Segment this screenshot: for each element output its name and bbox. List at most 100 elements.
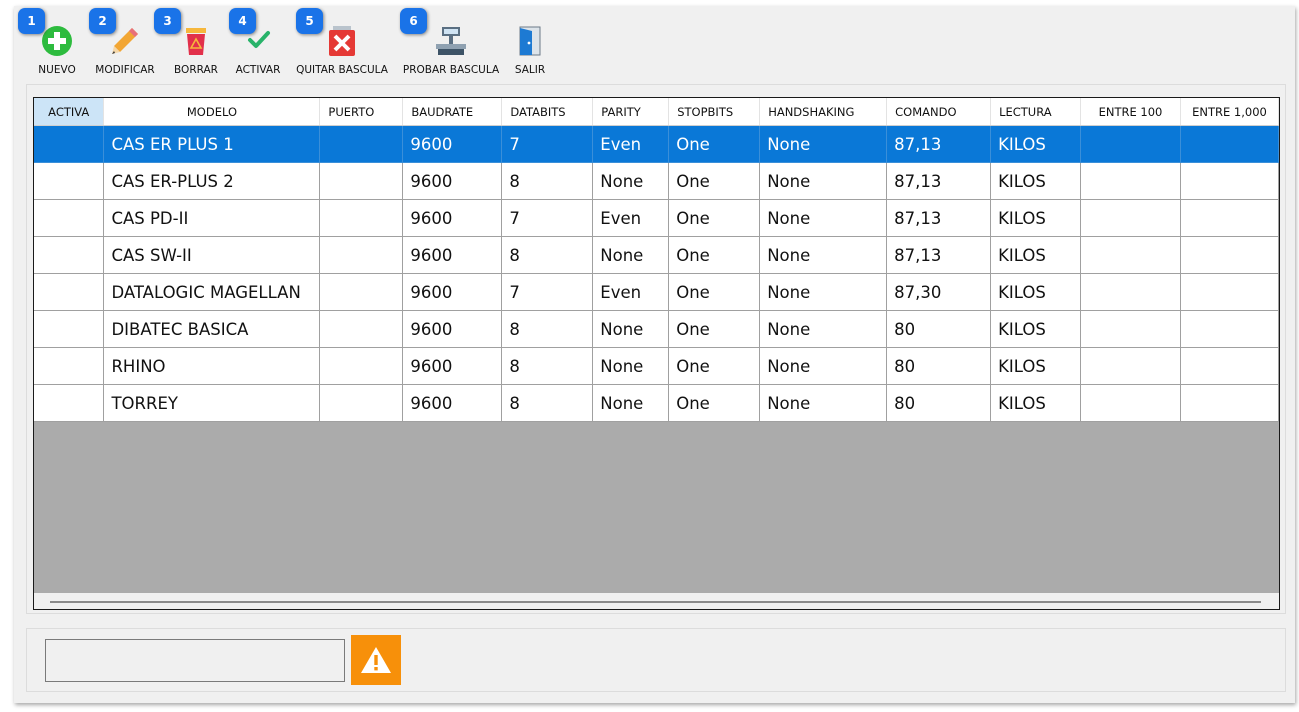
- cell-parity[interactable]: None: [592, 236, 670, 274]
- cell-stopbits[interactable]: One: [668, 162, 761, 200]
- cell-parity[interactable]: Even: [592, 199, 670, 237]
- cell-puerto[interactable]: [319, 384, 404, 422]
- table-row[interactable]: CAS SW-II 9600 8 None One None 87,13 KILOS: [34, 236, 1279, 274]
- cell-comando[interactable]: 80: [886, 347, 992, 385]
- cell-parity[interactable]: None: [592, 347, 670, 385]
- cell-databits[interactable]: 8: [501, 310, 594, 348]
- cell-comando[interactable]: 80: [886, 384, 992, 422]
- cell-puerto[interactable]: [319, 347, 404, 385]
- table-row[interactable]: TORREY 9600 8 None One None 80 KILOS: [34, 384, 1279, 422]
- cell-comando[interactable]: 87,13: [886, 162, 992, 200]
- cell-activa[interactable]: [34, 310, 105, 348]
- horizontal-scrollbar[interactable]: [34, 593, 1279, 609]
- cell-baudrate[interactable]: 9600: [402, 199, 503, 237]
- cell-lectura[interactable]: KILOS: [990, 310, 1082, 348]
- basculas-grid[interactable]: ACTIVA MODELO PUERTO BAUDRATE DATABITS P…: [33, 97, 1280, 610]
- cell-entre-1000[interactable]: [1180, 162, 1279, 200]
- cell-puerto[interactable]: [319, 273, 404, 311]
- cell-puerto[interactable]: [319, 162, 404, 200]
- cell-entre-1000[interactable]: [1180, 273, 1279, 311]
- cell-modelo[interactable]: CAS ER-PLUS 2: [103, 162, 321, 200]
- cell-entre-100[interactable]: [1080, 236, 1181, 274]
- cell-handshaking[interactable]: None: [759, 162, 888, 200]
- col-header-entre-1000[interactable]: ENTRE 1,000: [1180, 98, 1279, 126]
- cell-baudrate[interactable]: 9600: [402, 310, 503, 348]
- table-row[interactable]: DIBATEC BASICA 9600 8 None One None 80 KILOS: [34, 310, 1279, 348]
- cell-entre-1000[interactable]: [1180, 125, 1279, 163]
- col-header-databits[interactable]: DATABITS: [501, 98, 594, 126]
- cell-handshaking[interactable]: None: [759, 125, 888, 163]
- table-row[interactable]: CAS PD-II 9600 7 Even One None 87,13 KILOS: [34, 199, 1279, 237]
- cell-entre-1000[interactable]: [1180, 384, 1279, 422]
- cell-activa[interactable]: [34, 162, 105, 200]
- table-row[interactable]: CAS ER-PLUS 2 9600 8 None One None 87,13 KILOS: [34, 162, 1279, 200]
- scrollbar-thumb[interactable]: [50, 601, 1261, 603]
- col-header-lectura[interactable]: LECTURA: [990, 98, 1082, 126]
- cell-entre-100[interactable]: [1080, 125, 1181, 163]
- cell-parity[interactable]: None: [592, 384, 670, 422]
- cell-activa[interactable]: [34, 125, 105, 163]
- cell-entre-100[interactable]: [1080, 347, 1181, 385]
- cell-entre-1000[interactable]: [1180, 310, 1279, 348]
- cell-comando[interactable]: 87,13: [886, 236, 992, 274]
- cell-modelo[interactable]: RHINO: [103, 347, 321, 385]
- cell-entre-100[interactable]: [1080, 384, 1181, 422]
- cell-activa[interactable]: [34, 199, 105, 237]
- cell-stopbits[interactable]: One: [668, 384, 761, 422]
- cell-stopbits[interactable]: One: [668, 347, 761, 385]
- cell-databits[interactable]: 7: [501, 125, 594, 163]
- cell-stopbits[interactable]: One: [668, 273, 761, 311]
- cell-comando[interactable]: 87,13: [886, 199, 992, 237]
- cell-entre-100[interactable]: [1080, 273, 1181, 311]
- table-row[interactable]: DATALOGIC MAGELLAN 9600 7 Even One None 87,30 K…: [34, 273, 1279, 311]
- cell-modelo[interactable]: CAS ER PLUS 1: [103, 125, 321, 163]
- cell-modelo[interactable]: TORREY: [103, 384, 321, 422]
- cell-activa[interactable]: [34, 273, 105, 311]
- cell-activa[interactable]: [34, 347, 105, 385]
- cell-entre-100[interactable]: [1080, 162, 1181, 200]
- cell-handshaking[interactable]: None: [759, 199, 888, 237]
- col-header-comando[interactable]: COMANDO: [886, 98, 992, 126]
- cell-entre-1000[interactable]: [1180, 347, 1279, 385]
- cell-handshaking[interactable]: None: [759, 273, 888, 311]
- cell-handshaking[interactable]: None: [759, 347, 888, 385]
- cell-baudrate[interactable]: 9600: [402, 236, 503, 274]
- col-header-puerto[interactable]: PUERTO: [319, 98, 404, 126]
- cell-parity[interactable]: None: [592, 162, 670, 200]
- cell-stopbits[interactable]: One: [668, 236, 761, 274]
- cell-baudrate[interactable]: 9600: [402, 125, 503, 163]
- salir-button[interactable]: SALIR: [510, 16, 550, 78]
- cell-databits[interactable]: 8: [501, 162, 594, 200]
- cell-puerto[interactable]: [319, 125, 404, 163]
- cell-databits[interactable]: 8: [501, 236, 594, 274]
- cell-lectura[interactable]: KILOS: [990, 162, 1082, 200]
- col-header-handshaking[interactable]: HANDSHAKING: [759, 98, 888, 126]
- col-header-entre-100[interactable]: ENTRE 100: [1080, 98, 1181, 126]
- cell-handshaking[interactable]: None: [759, 384, 888, 422]
- col-header-parity[interactable]: PARITY: [592, 98, 670, 126]
- cell-comando[interactable]: 80: [886, 310, 992, 348]
- cell-puerto[interactable]: [319, 236, 404, 274]
- cell-lectura[interactable]: KILOS: [990, 273, 1082, 311]
- cell-lectura[interactable]: KILOS: [990, 199, 1082, 237]
- cell-lectura[interactable]: KILOS: [990, 125, 1082, 163]
- cell-databits[interactable]: 8: [501, 384, 594, 422]
- cell-parity[interactable]: None: [592, 310, 670, 348]
- cell-handshaking[interactable]: None: [759, 236, 888, 274]
- cell-entre-100[interactable]: [1080, 199, 1181, 237]
- table-row[interactable]: CAS ER PLUS 1 9600 7 Even One None 87,13 KILOS: [34, 125, 1279, 163]
- col-header-activa[interactable]: ACTIVA: [34, 98, 105, 126]
- table-row[interactable]: RHINO 9600 8 None One None 80 KILOS: [34, 347, 1279, 385]
- col-header-modelo[interactable]: MODELO: [103, 98, 321, 126]
- cell-entre-1000[interactable]: [1180, 199, 1279, 237]
- cell-lectura[interactable]: KILOS: [990, 384, 1082, 422]
- cell-handshaking[interactable]: None: [759, 310, 888, 348]
- cell-comando[interactable]: 87,13: [886, 125, 992, 163]
- cell-databits[interactable]: 7: [501, 273, 594, 311]
- cell-lectura[interactable]: KILOS: [990, 236, 1082, 274]
- cell-puerto[interactable]: [319, 310, 404, 348]
- cell-baudrate[interactable]: 9600: [402, 384, 503, 422]
- cell-baudrate[interactable]: 9600: [402, 162, 503, 200]
- cell-stopbits[interactable]: One: [668, 199, 761, 237]
- cell-baudrate[interactable]: 9600: [402, 347, 503, 385]
